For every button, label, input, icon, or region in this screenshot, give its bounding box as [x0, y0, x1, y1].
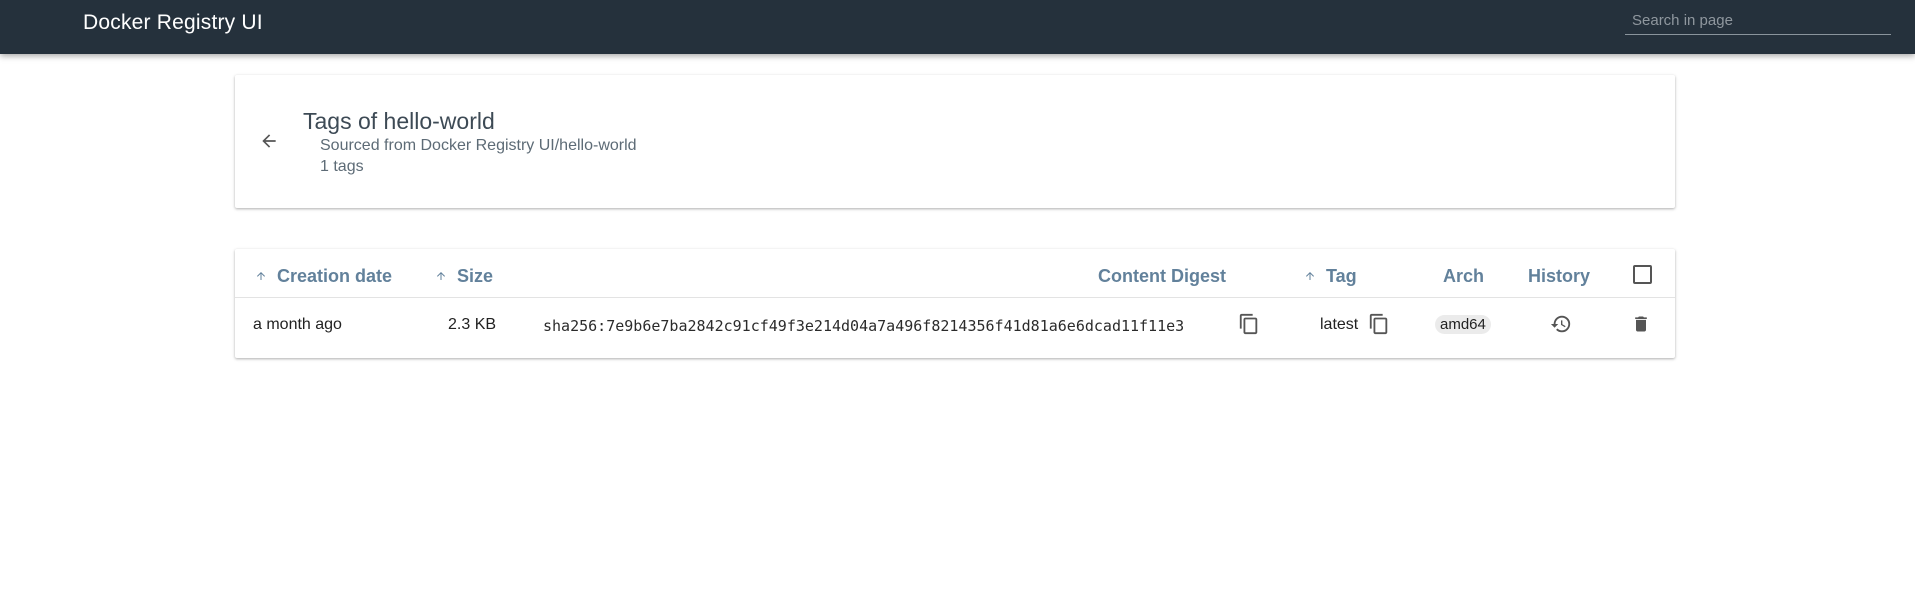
column-header-history: History — [1528, 263, 1590, 289]
top-app-bar: Docker Registry UI — [0, 0, 1915, 54]
arrow-back-icon — [262, 134, 276, 148]
search-input[interactable] — [1625, 8, 1891, 32]
history-button[interactable] — [1547, 310, 1575, 338]
size-cell: 2.3 KB — [448, 316, 497, 333]
column-header-creation-date[interactable]: Creation date — [253, 263, 392, 289]
delete-icon — [1635, 316, 1647, 332]
column-label: History — [1528, 265, 1591, 286]
header-divider — [235, 297, 1675, 298]
tag-count: 1 tags — [320, 158, 364, 175]
delete-tag-button[interactable] — [1627, 310, 1655, 338]
copy-icon — [1239, 313, 1258, 335]
tags-table: Creation date Size Content Digest Tag Ar… — [235, 249, 1675, 358]
column-label: Creation date — [277, 265, 393, 286]
history-icon — [1550, 315, 1571, 333]
column-label: Size — [457, 265, 494, 286]
column-header-tag[interactable]: Tag — [1302, 263, 1357, 289]
digest-cell: sha256:7e9b6e7ba2842c91cf49f3e214d04a7a4… — [543, 317, 1185, 335]
arrow-up-icon[interactable] — [1302, 268, 1318, 284]
back-button[interactable] — [255, 127, 283, 155]
tag-cell: latest — [1320, 316, 1359, 333]
copy-tag-button[interactable] — [1365, 310, 1393, 338]
app-title[interactable]: Docker Registry UI — [83, 11, 263, 35]
column-label: Content Digest — [1098, 265, 1226, 286]
arrow-up-icon[interactable] — [253, 268, 269, 284]
source-subtitle: Sourced from Docker Registry UI/hello-wo… — [320, 137, 637, 154]
creation-date-cell: a month ago — [253, 316, 342, 333]
column-header-content-digest: Content Digest — [1098, 263, 1226, 289]
arch-chip: amd64 — [1435, 315, 1491, 334]
search-field[interactable] — [1625, 8, 1891, 35]
column-label: Tag — [1326, 265, 1357, 286]
page-title: Tags of hello-world — [303, 108, 495, 134]
column-header-size[interactable]: Size — [433, 263, 493, 289]
arrow-up-icon[interactable] — [433, 268, 449, 284]
copy-icon — [1369, 313, 1388, 335]
column-header-arch: Arch — [1443, 263, 1484, 289]
repository-header-card: Tags of hello-world Sourced from Docker … — [235, 75, 1675, 208]
copy-digest-button[interactable] — [1235, 310, 1263, 338]
column-label: Arch — [1443, 265, 1485, 286]
select-all-checkbox[interactable] — [1633, 265, 1652, 284]
